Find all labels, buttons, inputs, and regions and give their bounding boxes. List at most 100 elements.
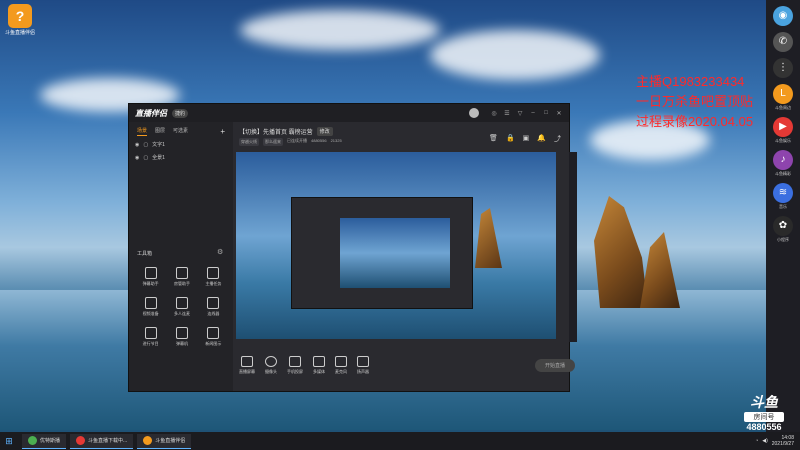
maximize-icon[interactable]: □: [542, 110, 550, 116]
phone-icon: ✆: [773, 32, 793, 52]
taskbar-app[interactable]: 斗鱼直播伴侣: [137, 433, 192, 449]
sidebar-item-live[interactable]: ▶ 斗鱼娱乐: [766, 117, 800, 144]
screen-capture-button[interactable]: 直播屏幕: [239, 355, 255, 375]
menu-dots-icon: ⋮: [773, 58, 793, 78]
scene-item[interactable]: ◉ ▢ 全景1: [129, 151, 233, 164]
sidebar-item-apps[interactable]: ✿ 小程序: [766, 216, 800, 243]
skin-icon[interactable]: ◎: [490, 110, 498, 117]
user-icon: [175, 267, 188, 279]
app-title-bar: 直播伴侣 捷豹 ◎ ☰ ▽ – □ ✕: [129, 104, 569, 122]
phone-cast-icon: [289, 355, 301, 367]
tool-connector[interactable]: 连线器: [198, 297, 229, 317]
eye-icon[interactable]: ◉: [135, 142, 139, 148]
edit-title-button[interactable]: 修改: [316, 127, 333, 136]
overlay-line: 主播Q1983233434: [636, 74, 745, 89]
tool-room-manager[interactable]: 房管助手: [166, 267, 197, 287]
chrome-icon: [76, 436, 86, 445]
taskbar-app[interactable]: 优特斯播: [22, 433, 67, 449]
subcategory-tag[interactable]: 那么遥来: [263, 138, 283, 146]
stream-preview[interactable]: [236, 152, 556, 339]
task-icon: [207, 267, 220, 279]
shirt-icon[interactable]: ▽: [516, 110, 524, 117]
tool-danmu-machine[interactable]: 弹幕机: [166, 327, 197, 347]
tool-multi-mic[interactable]: 多人连麦: [166, 297, 197, 317]
room-number: 4880556: [746, 422, 782, 432]
tool-anchor-task[interactable]: 主播任务: [198, 267, 229, 287]
main-area: 【切换】先播首页 霸榜运营 修改 🗑 🔒 ▣ 🔔 ⤴ 穿越火线 那么遥来 已连续…: [233, 122, 577, 391]
preview-right-bar: [569, 152, 577, 342]
left-tabs: 场景 图层 可选素 +: [129, 122, 233, 138]
taskbar-app[interactable]: 斗鱼直播下载中...: [70, 433, 134, 449]
lock-icon[interactable]: ▢: [143, 155, 148, 161]
volume-icon[interactable]: ◀): [762, 438, 768, 444]
system-tray: ◔ ◀) 14:08 2021/9/27: [755, 435, 794, 447]
windows-start-icon[interactable]: ⊞: [0, 436, 18, 447]
speaker-button[interactable]: 扬声器: [357, 355, 369, 375]
date: 2021/9/27: [771, 441, 794, 447]
eye-icon[interactable]: ◉: [135, 155, 139, 161]
toolbox-grid: 弹幕助手 房管助手 主播任务 视频准备 多人连麦 连线器 进行节目 弹幕机 新闻…: [135, 267, 229, 347]
apps-icon: ✿: [773, 216, 793, 236]
add-scene-icon[interactable]: +: [220, 127, 225, 136]
scene-item[interactable]: ◉ ▢ 文字1: [129, 138, 233, 151]
start-live-button[interactable]: 开始直播: [534, 358, 575, 372]
toolbox-settings-icon[interactable]: ⚙: [217, 248, 223, 256]
tab-scene[interactable]: 场景: [137, 127, 148, 136]
sidebar-item-browser[interactable]: ◉: [766, 6, 800, 26]
room-label: 房间号: [744, 412, 784, 422]
close-icon[interactable]: ✕: [555, 110, 563, 117]
sidebar-item-music[interactable]: ♪ 斗鱼精彩: [766, 150, 800, 177]
tab-layer[interactable]: 图层: [155, 127, 165, 136]
sidebar-item-phone[interactable]: ✆: [766, 32, 800, 52]
streamer-overlay-text: 主播Q1983233434 一日万杀鱼吧置顶贴 过程录像2020.04.05: [636, 72, 753, 132]
sidebar-item-menu[interactable]: ⋮: [766, 58, 800, 78]
cloud: [240, 10, 440, 50]
tool-program[interactable]: 进行节目: [135, 327, 166, 347]
phone-cast-button[interactable]: 手机投屏: [287, 355, 303, 375]
doudou-icon: L: [773, 84, 793, 104]
desktop-icon-douyu-companion[interactable]: ? 斗鱼直播伴侣: [4, 4, 36, 36]
tab-material[interactable]: 可选素: [173, 127, 188, 136]
camera-icon: [265, 355, 277, 367]
bottom-toolbar: 直播屏幕 摄像头 手机投屏 多媒体 麦克风 扬声器 开始直播: [233, 342, 581, 388]
speaker-icon: [357, 355, 369, 367]
layout-icon[interactable]: ▣: [523, 134, 530, 144]
settings-icon[interactable]: ☰: [503, 110, 511, 117]
rock: [475, 208, 502, 268]
desktop-icon-label: 斗鱼直播伴侣: [4, 30, 35, 36]
mic-icon: [335, 355, 347, 367]
sidebar-item-audio[interactable]: ≋ 音乐: [766, 183, 800, 210]
nested-preview: [291, 197, 473, 309]
chat-icon: [144, 267, 157, 279]
live-icon: ▶: [773, 117, 793, 137]
lock-icon[interactable]: 🔒: [506, 134, 515, 144]
tool-danmu-assistant[interactable]: 弹幕助手: [135, 267, 166, 287]
live-status: 已连续开播: [287, 138, 307, 143]
minimize-icon[interactable]: –: [529, 110, 537, 116]
network-icon[interactable]: ◔: [755, 438, 758, 444]
douyu-logo-icon: ?: [8, 4, 32, 28]
bell-icon[interactable]: 🔔: [537, 134, 546, 144]
tool-news[interactable]: 新闻图示: [198, 327, 229, 347]
share-icon[interactable]: ⤴: [554, 134, 561, 144]
room-number: 4880556: [311, 138, 327, 143]
browser-icon: ◉: [773, 6, 793, 26]
clock[interactable]: 14:08 2021/9/27: [772, 435, 794, 447]
media-button[interactable]: 多媒体: [313, 355, 325, 375]
microphone-button[interactable]: 麦克风: [335, 355, 347, 375]
douyu-logo: 斗鱼: [750, 394, 778, 410]
music-icon: ♪: [773, 150, 793, 170]
category-tag[interactable]: 穿越火线: [239, 138, 259, 146]
live-companion-window: 直播伴侣 捷豹 ◎ ☰ ▽ – □ ✕ 场景 图层 可选素 + ◉ ▢ 文字1 …: [128, 103, 577, 392]
trash-icon[interactable]: 🗑: [489, 134, 498, 144]
tool-video-prep[interactable]: 视频准备: [135, 297, 166, 317]
camera-button[interactable]: 摄像头: [265, 355, 277, 375]
nested-preview-inner: [340, 218, 450, 288]
avatar[interactable]: [469, 108, 479, 118]
version-badge[interactable]: 捷豹: [172, 108, 189, 118]
scene-label: 全景1: [152, 155, 165, 161]
sidebar-item-doudou[interactable]: L 斗鱼周边: [766, 84, 800, 111]
monitor-icon: [241, 355, 253, 367]
lock-icon[interactable]: ▢: [143, 142, 148, 148]
mic-group-icon: [175, 297, 188, 309]
